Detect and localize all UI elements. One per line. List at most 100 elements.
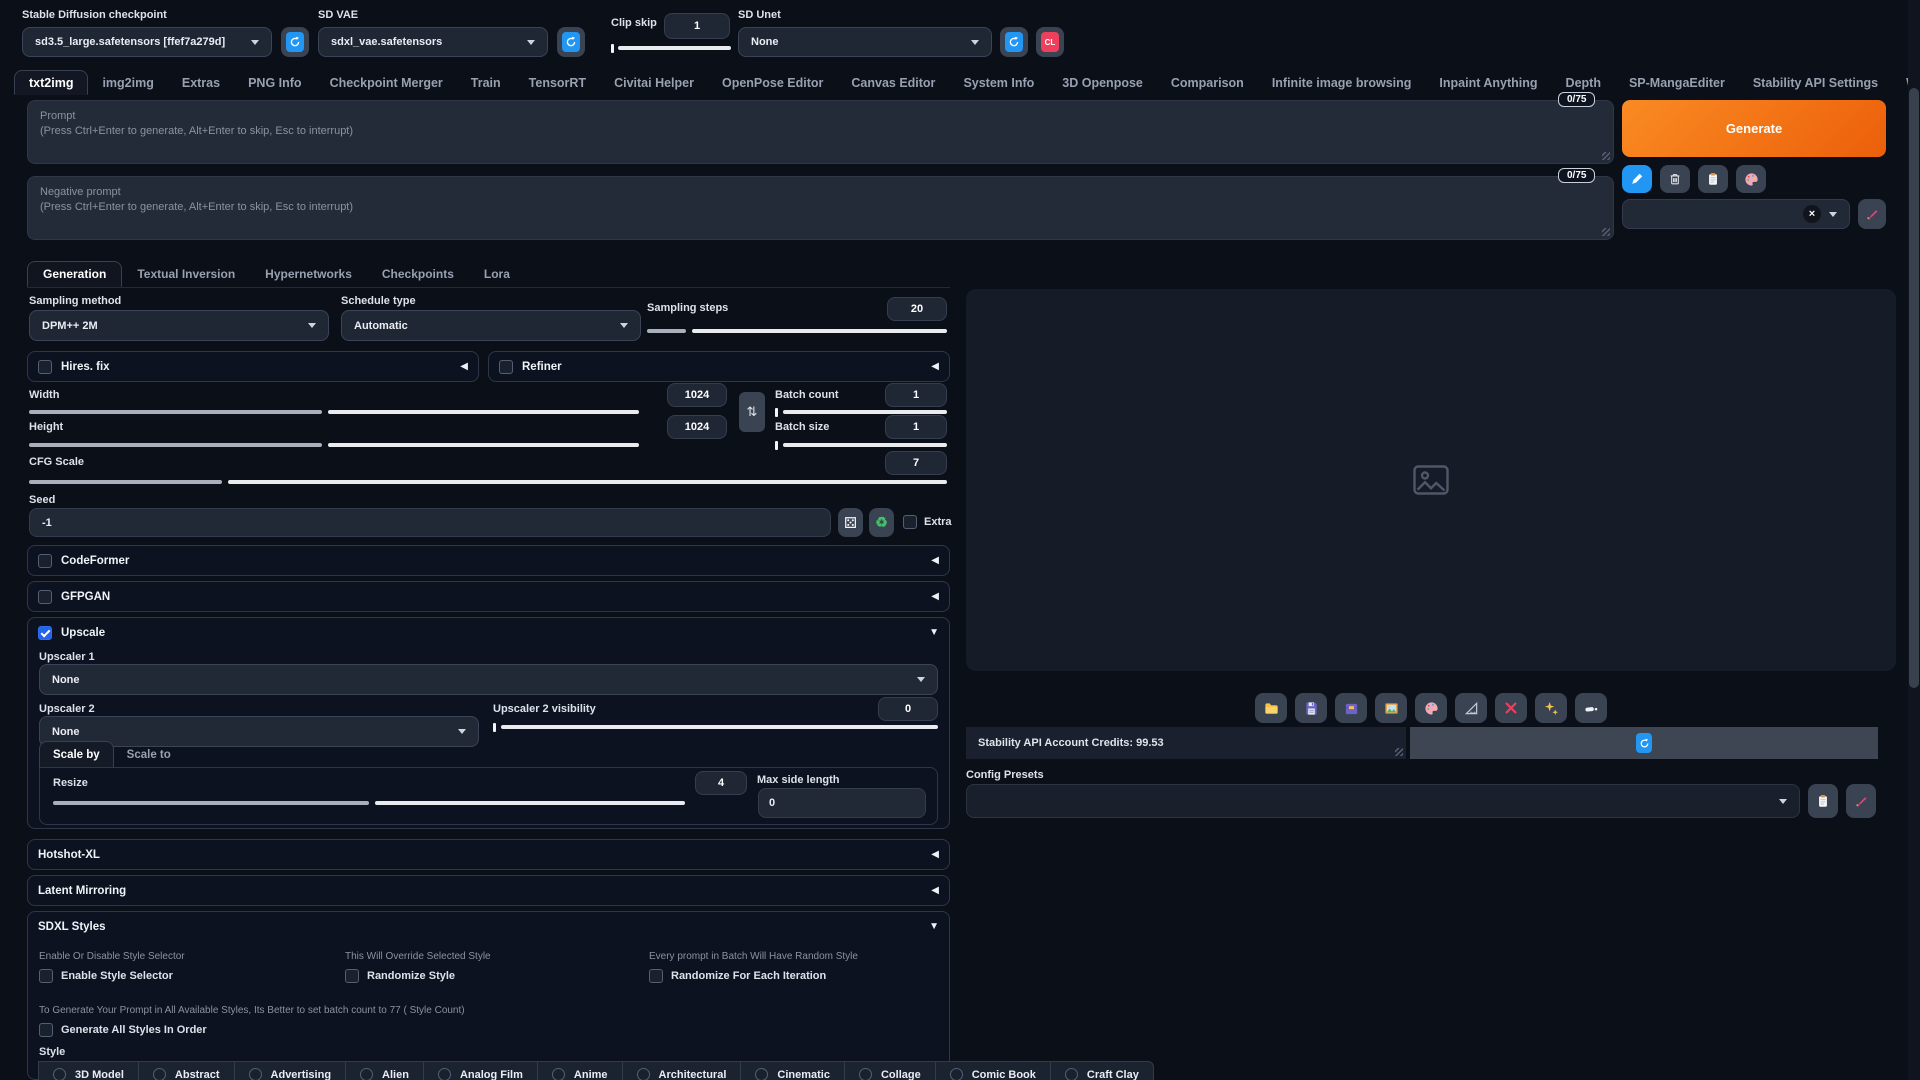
main-tab[interactable]: Extras	[168, 70, 234, 95]
scrollbar-thumb[interactable]	[1909, 88, 1919, 688]
enable-style-selector-checkbox[interactable]	[39, 969, 53, 983]
collapse-left-icon[interactable]: ◀	[931, 362, 939, 372]
sampling-method-select[interactable]: DPM++ 2M	[29, 310, 329, 341]
main-tab[interactable]: System Info	[949, 70, 1048, 95]
collapse-left-icon[interactable]: ◀	[460, 362, 468, 372]
collapse-left-icon[interactable]: ◀	[931, 886, 939, 896]
marker-button[interactable]	[1575, 693, 1607, 723]
left-panel-tab[interactable]: Hypernetworks	[250, 261, 367, 287]
gfpgan-checkbox[interactable]	[38, 590, 52, 604]
resize-handle[interactable]	[1602, 228, 1610, 236]
style-option[interactable]: Advertising	[234, 1061, 347, 1080]
refresh-vae-button[interactable]	[557, 27, 585, 57]
resize-handle[interactable]	[1395, 748, 1403, 756]
batch-count-input[interactable]: 1	[885, 383, 947, 407]
scrollbar[interactable]	[1908, 0, 1920, 1080]
left-panel-tab[interactable]: Lora	[469, 261, 525, 287]
clear-icon[interactable]: ×	[1803, 205, 1821, 223]
extra-networks-button[interactable]	[1736, 165, 1766, 193]
codeformer-section[interactable]: CodeFormer ◀	[27, 545, 950, 576]
style-option[interactable]: Collage	[844, 1061, 936, 1080]
refiner-section[interactable]: Refiner ◀	[488, 351, 950, 382]
hotshot-section[interactable]: Hotshot-XL ◀	[27, 839, 950, 870]
main-tab[interactable]: Canvas Editor	[837, 70, 949, 95]
collapse-down-icon[interactable]: ▼	[929, 922, 939, 932]
config-presets-select[interactable]	[966, 784, 1800, 818]
max-side-length-input[interactable]: 0	[758, 788, 926, 818]
refresh-checkpoint-button[interactable]	[281, 27, 309, 57]
main-tab[interactable]: OpenPose Editor	[708, 70, 837, 95]
randomize-iteration-checkbox[interactable]	[649, 969, 663, 983]
vae-select[interactable]: sdxl_vae.safetensors	[318, 27, 548, 57]
main-tab[interactable]: TensorRT	[515, 70, 600, 95]
reuse-seed-button[interactable]: ♻	[869, 508, 894, 537]
main-tab[interactable]: img2img	[88, 70, 167, 95]
width-slider[interactable]	[29, 410, 639, 414]
style-option[interactable]: Craft Clay	[1050, 1061, 1154, 1080]
tab-scale-by[interactable]: Scale by	[39, 741, 114, 768]
ruler-button[interactable]	[1455, 693, 1487, 723]
height-input[interactable]: 1024	[667, 415, 727, 439]
checkpoint-select[interactable]: sd3.5_large.safetensors [ffef7a279d]	[22, 27, 272, 57]
api-credits-field[interactable]: Stability API Account Credits: 99.53	[966, 727, 1406, 759]
paste-params-button[interactable]	[1622, 165, 1652, 193]
open-folder-button[interactable]	[1255, 693, 1287, 723]
main-tab[interactable]: SP-MangaEditer	[1615, 70, 1739, 95]
style-option[interactable]: Architectural	[622, 1061, 742, 1080]
negative-prompt-input[interactable]: Negative prompt (Press Ctrl+Enter to gen…	[27, 176, 1614, 240]
main-tab[interactable]: 3D Openpose	[1048, 70, 1157, 95]
upscale-checkbox[interactable]	[38, 626, 52, 640]
sampling-steps-slider[interactable]	[647, 329, 947, 333]
hires-fix-checkbox[interactable]	[38, 360, 52, 374]
style-option[interactable]: Abstract	[138, 1061, 235, 1080]
collapse-down-icon[interactable]: ▼	[929, 628, 939, 638]
randomize-style-checkbox[interactable]	[345, 969, 359, 983]
apply-styles-button[interactable]	[1698, 165, 1728, 193]
batch-size-slider[interactable]	[775, 443, 947, 447]
upscaler2-visibility-slider[interactable]	[493, 725, 938, 729]
left-panel-tab[interactable]: Checkpoints	[367, 261, 469, 287]
hires-fix-section[interactable]: Hires. fix ◀	[27, 351, 479, 382]
collapse-left-icon[interactable]: ◀	[931, 556, 939, 566]
tab-scale-to[interactable]: Scale to	[114, 741, 184, 768]
left-panel-tab[interactable]: Textual Inversion	[122, 261, 250, 287]
unet-select[interactable]: None	[738, 27, 992, 57]
latent-mirroring-section[interactable]: Latent Mirroring ◀	[27, 875, 950, 906]
send-to-extras-button[interactable]	[1415, 693, 1447, 723]
style-option[interactable]: Analog Film	[423, 1061, 538, 1080]
sparkles-button[interactable]	[1535, 693, 1567, 723]
edit-styles-button[interactable]	[1858, 199, 1886, 229]
prompt-input[interactable]: Prompt (Press Ctrl+Enter to generate, Al…	[27, 100, 1614, 164]
codeformer-checkbox[interactable]	[38, 554, 52, 568]
batch-count-slider[interactable]	[775, 410, 947, 414]
seed-extra-checkbox[interactable]	[903, 515, 917, 529]
main-tab[interactable]: Inpaint Anything	[1425, 70, 1551, 95]
clip-skip-input[interactable]: 1	[664, 13, 730, 39]
resize-slider[interactable]	[53, 801, 685, 805]
schedule-type-select[interactable]: Automatic	[341, 310, 641, 341]
left-panel-tab[interactable]: Generation	[27, 261, 122, 287]
clip-skip-slider[interactable]	[611, 46, 731, 50]
style-option[interactable]: Cinematic	[740, 1061, 845, 1080]
swap-dimensions-button[interactable]: ⇅	[739, 392, 765, 432]
main-tab[interactable]: Train	[457, 70, 515, 95]
main-tab[interactable]: txt2img	[14, 70, 88, 95]
generate-button[interactable]: Generate	[1622, 100, 1886, 157]
main-tab[interactable]: Civitai Helper	[600, 70, 708, 95]
random-seed-button[interactable]: ⚄	[838, 508, 863, 537]
gfpgan-section[interactable]: GFPGAN ◀	[27, 581, 950, 612]
main-tab[interactable]: Stability API Settings	[1739, 70, 1892, 95]
collapse-left-icon[interactable]: ◀	[931, 592, 939, 602]
style-option[interactable]: Alien	[345, 1061, 424, 1080]
cfg-scale-slider[interactable]	[29, 480, 947, 484]
save-zip-button[interactable]	[1335, 693, 1367, 723]
main-tab[interactable]: Checkpoint Merger	[316, 70, 457, 95]
main-tab[interactable]: Infinite image browsing	[1258, 70, 1426, 95]
sdxl-styles-header[interactable]: SDXL Styles ▼	[28, 912, 949, 933]
style-option[interactable]: 3D Model	[38, 1061, 139, 1080]
save-preset-button[interactable]	[1808, 784, 1838, 818]
edit-preset-button[interactable]	[1846, 784, 1876, 818]
save-image-button[interactable]	[1295, 693, 1327, 723]
sampling-steps-input[interactable]: 20	[887, 297, 947, 321]
batch-size-input[interactable]: 1	[885, 415, 947, 439]
